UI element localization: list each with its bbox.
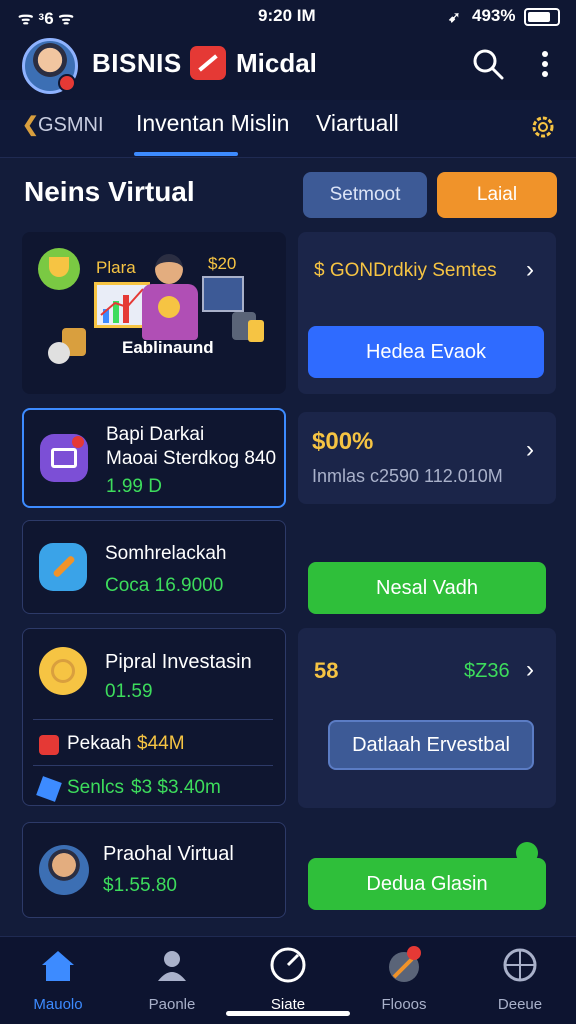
item-title: Somhrelackah — [105, 543, 227, 564]
coin-icon — [48, 342, 70, 364]
tool-app-icon — [39, 543, 87, 591]
nav-stats[interactable]: Siate — [238, 945, 338, 1013]
sub-value: $3 $3.40m — [131, 777, 221, 798]
blue-action-button[interactable]: Datlaah Ervestbal — [328, 720, 534, 770]
promo-side-card: $ GONDrdkiy Semtes › Hedea Evaok — [298, 232, 556, 394]
back-label[interactable]: GSMNI — [38, 114, 104, 137]
item-title: Praohal Virtual — [103, 843, 234, 865]
businessman-figure — [138, 254, 200, 344]
more-vertical-icon[interactable] — [536, 48, 554, 80]
gauge-icon — [270, 947, 306, 983]
mail-app-icon — [40, 434, 88, 482]
stat-right: $Z36 — [464, 660, 510, 682]
item-value: 01.59 — [105, 681, 153, 702]
app-title: BISNIS — [92, 48, 182, 78]
status-bar: ᯤ ᵌ6 ᯤ 9:20 IM ➹ 493% — [0, 0, 576, 34]
stat-card-2: 58 $Z36 › Datlaah Ervestbal — [298, 628, 556, 808]
promo-series[interactable]: $ GONDrdkiy Semtes — [314, 260, 497, 282]
home-icon — [42, 951, 74, 981]
section-title: Neins Virtual — [24, 176, 195, 207]
promo-label-right: $20 — [208, 254, 237, 273]
stat-label: Inmlas — [312, 466, 366, 486]
divider — [33, 765, 273, 766]
item-value: 1.99 D — [106, 476, 162, 497]
battery-percent: 493% — [472, 6, 516, 25]
sub-label: Pekaah — [67, 733, 132, 754]
chevron-right-icon[interactable]: › — [526, 436, 534, 464]
app-header: BISNIS Micdal — [0, 34, 576, 100]
jar-icon — [248, 320, 264, 342]
stat-left: 58 — [314, 658, 339, 683]
person-icon — [158, 951, 186, 981]
trend-logo-icon — [190, 46, 226, 80]
green-action-button-2[interactable]: Dedua Glasin — [308, 858, 546, 910]
item-title: Pipral Investasin — [105, 651, 252, 673]
battery-icon — [524, 8, 560, 26]
location-icon: ➹ — [448, 9, 461, 26]
tab-inventan-mislin[interactable]: Inventan Mislin — [136, 110, 289, 137]
green-action-button[interactable]: Nesal Vadh — [308, 562, 546, 614]
tab-bar: ❮ GSMNI Inventan Mislin Viartuall — [0, 100, 576, 158]
gear-icon[interactable] — [528, 112, 558, 142]
status-time: 9:20 IM — [258, 6, 316, 25]
nav-notifications[interactable]: Flooos — [354, 945, 454, 1013]
item-subtitle: Maoai Sterdkog 840 — [106, 448, 277, 469]
promo-illustration[interactable]: Plara $20 Eablinaund — [22, 232, 286, 394]
home-indicator — [226, 1011, 350, 1016]
active-tab-indicator — [134, 152, 238, 156]
stat-card[interactable]: $00% › Inmlas c2590 112.010M — [298, 412, 556, 504]
stat-value: c2590 112.010M — [370, 466, 503, 486]
sub-value: $44M — [137, 733, 185, 754]
avatar — [39, 845, 89, 895]
rocket-icon — [389, 946, 421, 982]
list-item-bapi-darkai[interactable]: Bapi Darkai Maoai Sterdkog 840 1.99 D — [22, 408, 286, 508]
chevron-right-icon[interactable]: › — [526, 656, 534, 684]
item-value: $1.55.80 — [103, 875, 177, 896]
promo-label-left: Plara — [96, 258, 136, 277]
cube-icon — [36, 776, 62, 802]
app-subtitle: Micdal — [236, 48, 317, 78]
chevron-right-icon[interactable]: › — [526, 256, 534, 284]
item-value: Coca 16.9000 — [105, 575, 224, 596]
stat-percent: $00% — [312, 428, 374, 455]
signal-icons: ᯤ ᵌ6 ᯤ — [18, 9, 74, 28]
bottom-nav: Mauolo Paonle Siate Flooos Deeue — [0, 936, 576, 1024]
search-icon[interactable] — [472, 48, 504, 80]
list-item-praohal-virtual[interactable]: Praohal Virtual $1.55.80 — [22, 822, 286, 918]
setting-button[interactable]: Setmoot — [303, 172, 427, 218]
coin-icon — [39, 647, 87, 695]
investasi-card[interactable]: Pipral Investasin 01.59 Pekaah $44M Senl… — [22, 628, 286, 806]
monitor-icon — [202, 276, 244, 312]
list-item-somhrelackah[interactable]: Somhrelackah Coca 16.9000 — [22, 520, 286, 614]
tag-icon — [39, 735, 59, 755]
notification-badge — [58, 74, 76, 92]
sub-label: Senlcs — [67, 777, 125, 798]
lainnya-button[interactable]: Laial — [437, 172, 557, 218]
nav-settings[interactable]: Deeue — [470, 945, 570, 1013]
tab-viartuall[interactable]: Viartuall — [316, 110, 399, 137]
trophy-icon — [38, 248, 80, 290]
item-title: Bapi Darkai — [106, 424, 205, 445]
promo-cta-button[interactable]: Hedea Evaok — [308, 326, 544, 378]
back-chevron-icon[interactable]: ❮ — [22, 112, 39, 137]
promo-caption: Eablinaund — [122, 338, 214, 357]
divider — [33, 719, 273, 720]
nav-profile[interactable]: Paonle — [122, 945, 222, 1013]
globe-icon — [503, 948, 537, 982]
nav-home[interactable]: Mauolo — [8, 945, 108, 1013]
